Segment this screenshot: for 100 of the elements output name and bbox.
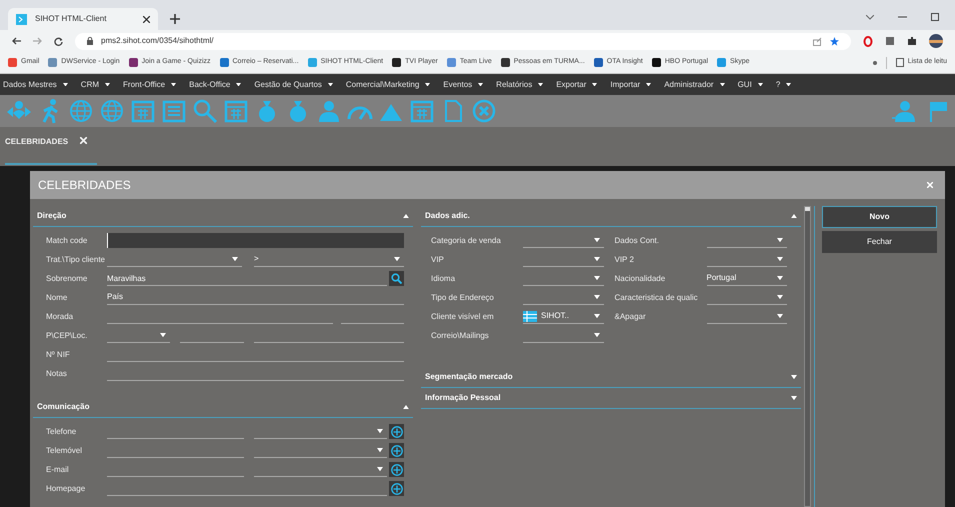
menu-item[interactable]: Eventos bbox=[443, 78, 484, 90]
star-icon[interactable] bbox=[830, 36, 839, 46]
caret-down-icon bbox=[160, 332, 166, 338]
list-icon bbox=[523, 310, 537, 322]
scrollbar[interactable] bbox=[804, 206, 811, 507]
menu-item[interactable]: Exportar bbox=[556, 78, 598, 90]
caret-down-icon bbox=[594, 332, 600, 338]
field-label: Correio\Mailings bbox=[431, 330, 490, 342]
add-button[interactable] bbox=[389, 481, 404, 496]
input-field[interactable]: Maravilhas bbox=[107, 272, 387, 286]
add-button[interactable] bbox=[389, 462, 404, 477]
add-button[interactable] bbox=[389, 443, 404, 458]
globe-icon[interactable] bbox=[99, 98, 125, 124]
globe-icon[interactable] bbox=[68, 98, 94, 124]
calendar-icon[interactable] bbox=[409, 98, 435, 124]
caret-down-icon bbox=[328, 82, 333, 86]
menu-item[interactable]: Back-Office bbox=[189, 78, 242, 90]
field-label: Categoria de venda bbox=[431, 234, 502, 246]
menu-item[interactable]: ? bbox=[776, 78, 792, 90]
plus-icon bbox=[390, 426, 402, 438]
section-header[interactable]: Direção bbox=[33, 206, 413, 227]
lock-icon bbox=[87, 37, 93, 45]
calendar-icon[interactable] bbox=[130, 98, 156, 124]
calendar-icon[interactable] bbox=[223, 98, 249, 124]
ring-icon[interactable] bbox=[863, 36, 873, 46]
dropdown-field[interactable]: Portugal bbox=[706, 272, 787, 286]
field-label: Notas bbox=[45, 368, 68, 380]
caret-down-icon bbox=[377, 467, 383, 472]
caret-down-icon bbox=[777, 314, 783, 318]
browser-tab[interactable]: SIHOT HTML-Client bbox=[8, 8, 158, 30]
field-label: Caracteristica de qualic bbox=[614, 292, 699, 304]
field-label: Dados Cont. bbox=[614, 234, 660, 246]
dropdown-field[interactable]: SIHOT.. bbox=[523, 310, 604, 324]
menu-item[interactable]: Relatórios bbox=[496, 78, 544, 90]
caret-down-icon bbox=[594, 294, 600, 300]
field-label: Nome bbox=[45, 292, 68, 304]
field-label: Telemóvel bbox=[45, 444, 84, 456]
person-icon[interactable] bbox=[316, 98, 342, 124]
field-label: Match code bbox=[45, 234, 88, 246]
dialog-button[interactable]: Fechar bbox=[822, 231, 937, 253]
menu-item[interactable]: Front-Office bbox=[123, 78, 176, 90]
list-icon[interactable] bbox=[161, 98, 187, 124]
back-arrow-icon[interactable] bbox=[12, 37, 21, 45]
section-header[interactable]: Dados adic. bbox=[421, 206, 801, 227]
field-label: E-mail bbox=[45, 464, 70, 476]
caret-down-icon bbox=[377, 448, 383, 453]
share-icon[interactable] bbox=[813, 36, 822, 46]
caret-down-icon bbox=[478, 82, 484, 86]
caret-down-icon bbox=[786, 82, 792, 86]
search-icon bbox=[391, 273, 402, 284]
caret-down-icon bbox=[62, 82, 68, 86]
plus-icon[interactable] bbox=[170, 14, 180, 24]
section-header[interactable]: Informação Pessoal bbox=[421, 388, 801, 409]
caret-down-icon bbox=[425, 82, 430, 86]
section-header[interactable]: Comunicação bbox=[33, 397, 413, 418]
menu-item[interactable]: Administrador bbox=[664, 78, 725, 90]
person-arrow-icon[interactable] bbox=[892, 98, 918, 124]
forward-arrow-icon[interactable] bbox=[33, 37, 42, 45]
chevron-down-icon[interactable] bbox=[866, 14, 874, 20]
search-icon[interactable] bbox=[192, 98, 218, 124]
field-label: Homepage bbox=[45, 482, 86, 494]
maximize-icon[interactable] bbox=[931, 13, 939, 21]
section-header[interactable]: Segmentação mercado bbox=[421, 367, 801, 388]
add-button[interactable] bbox=[389, 424, 404, 439]
caret-down-icon bbox=[236, 82, 242, 86]
close-icon[interactable] bbox=[143, 16, 150, 22]
profile-avatar-icon[interactable] bbox=[929, 34, 943, 48]
caret-down-icon bbox=[758, 82, 763, 86]
input-field[interactable]: País bbox=[107, 290, 404, 304]
minimize-icon[interactable] bbox=[898, 16, 907, 18]
reload-icon[interactable] bbox=[54, 36, 63, 46]
dropdown-field[interactable]: > bbox=[254, 252, 404, 266]
field-label: Nacionalidade bbox=[614, 272, 666, 284]
menu-item[interactable]: Gestão de Quartos bbox=[254, 78, 333, 90]
caret-down-icon bbox=[594, 256, 600, 262]
field-label: &Apagar bbox=[614, 310, 647, 322]
field-label: Morada bbox=[45, 310, 74, 322]
field-label: Tipo de Endereço bbox=[431, 292, 495, 304]
caret-down-icon bbox=[594, 276, 600, 280]
caret-down-icon bbox=[105, 82, 110, 86]
field-label: P\CEP\Loc. bbox=[45, 330, 88, 342]
search-button[interactable] bbox=[389, 271, 404, 286]
reading-list-icon bbox=[896, 58, 904, 67]
caret-down-icon bbox=[538, 82, 544, 86]
menu-item[interactable]: Comercial\Marketing bbox=[346, 78, 430, 90]
field-label: Nº NIF bbox=[45, 348, 71, 360]
document-tab[interactable]: CELEBRIDADES bbox=[5, 127, 97, 165]
menu-item[interactable]: Importar bbox=[610, 78, 652, 90]
dialog-button[interactable]: Novo bbox=[822, 206, 937, 228]
address-field[interactable]: pms2.sihot.com/0354/sihothtml/ bbox=[75, 32, 851, 50]
field-label: Sobrenome bbox=[45, 272, 88, 284]
caret-down-icon bbox=[171, 82, 176, 86]
caret-down-icon bbox=[646, 82, 652, 86]
field-label: VIP 2 bbox=[614, 254, 635, 266]
menu-item[interactable]: CRM bbox=[80, 78, 110, 90]
menu-item[interactable]: Dados Mestres bbox=[3, 78, 68, 90]
menu-item[interactable]: GUI bbox=[738, 78, 763, 90]
caret-down-icon bbox=[377, 429, 383, 434]
field-label: VIP bbox=[431, 254, 445, 266]
caret-down-icon bbox=[777, 294, 783, 300]
